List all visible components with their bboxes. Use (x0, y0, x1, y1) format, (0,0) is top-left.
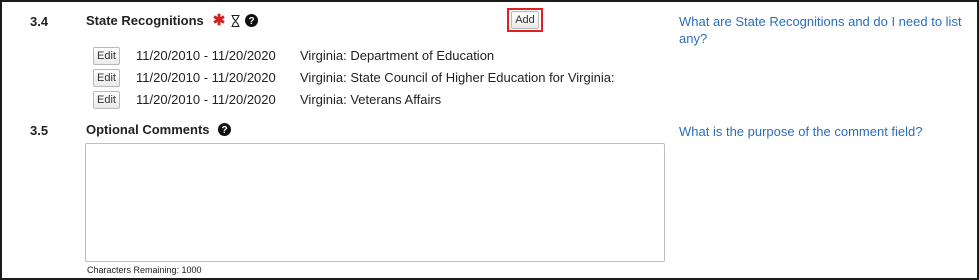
row-description: Virginia: Veterans Affairs (300, 92, 442, 107)
edit-button-row-1[interactable]: Edit (93, 47, 120, 65)
optional-comments-textarea[interactable] (85, 143, 665, 262)
row-description: Virginia: Department of Education (300, 48, 495, 63)
svg-text:?: ? (249, 16, 255, 27)
edit-button-row-2[interactable]: Edit (93, 69, 120, 87)
asterisk-icon: ✱ (212, 12, 226, 29)
add-button[interactable]: Add (511, 11, 539, 29)
row-dates: 11/20/2010 - 11/20/2020 (136, 70, 276, 85)
state-recognitions-help-link[interactable]: What are State Recognitions and do I nee… (679, 13, 969, 47)
help-icon[interactable]: ? (217, 123, 231, 136)
section-title-optional-comments: Optional Comments ? (86, 122, 231, 137)
form-panel: 3.4 State Recognitions ✱ ? Add What are … (0, 0, 979, 280)
edit-button-row-3[interactable]: Edit (93, 91, 120, 109)
hourglass-icon (231, 14, 240, 27)
section-number: 3.5 (30, 123, 49, 138)
section-title-state-recognitions: State Recognitions ✱ ? (86, 12, 259, 29)
characters-remaining: Characters Remaining: 1000 (87, 265, 202, 275)
row-description: Virginia: State Council of Higher Educat… (300, 70, 615, 85)
add-button-highlight: Add (507, 8, 543, 32)
svg-text:?: ? (221, 125, 227, 136)
section-number: 3.4 (30, 14, 49, 29)
comment-field-help-link[interactable]: What is the purpose of the comment field… (679, 123, 969, 140)
row-dates: 11/20/2010 - 11/20/2020 (136, 92, 276, 107)
section-title-label: State Recognitions (86, 13, 204, 28)
section-title-label: Optional Comments (86, 122, 210, 137)
help-icon[interactable]: ? (245, 14, 259, 27)
row-dates: 11/20/2010 - 11/20/2020 (136, 48, 276, 63)
